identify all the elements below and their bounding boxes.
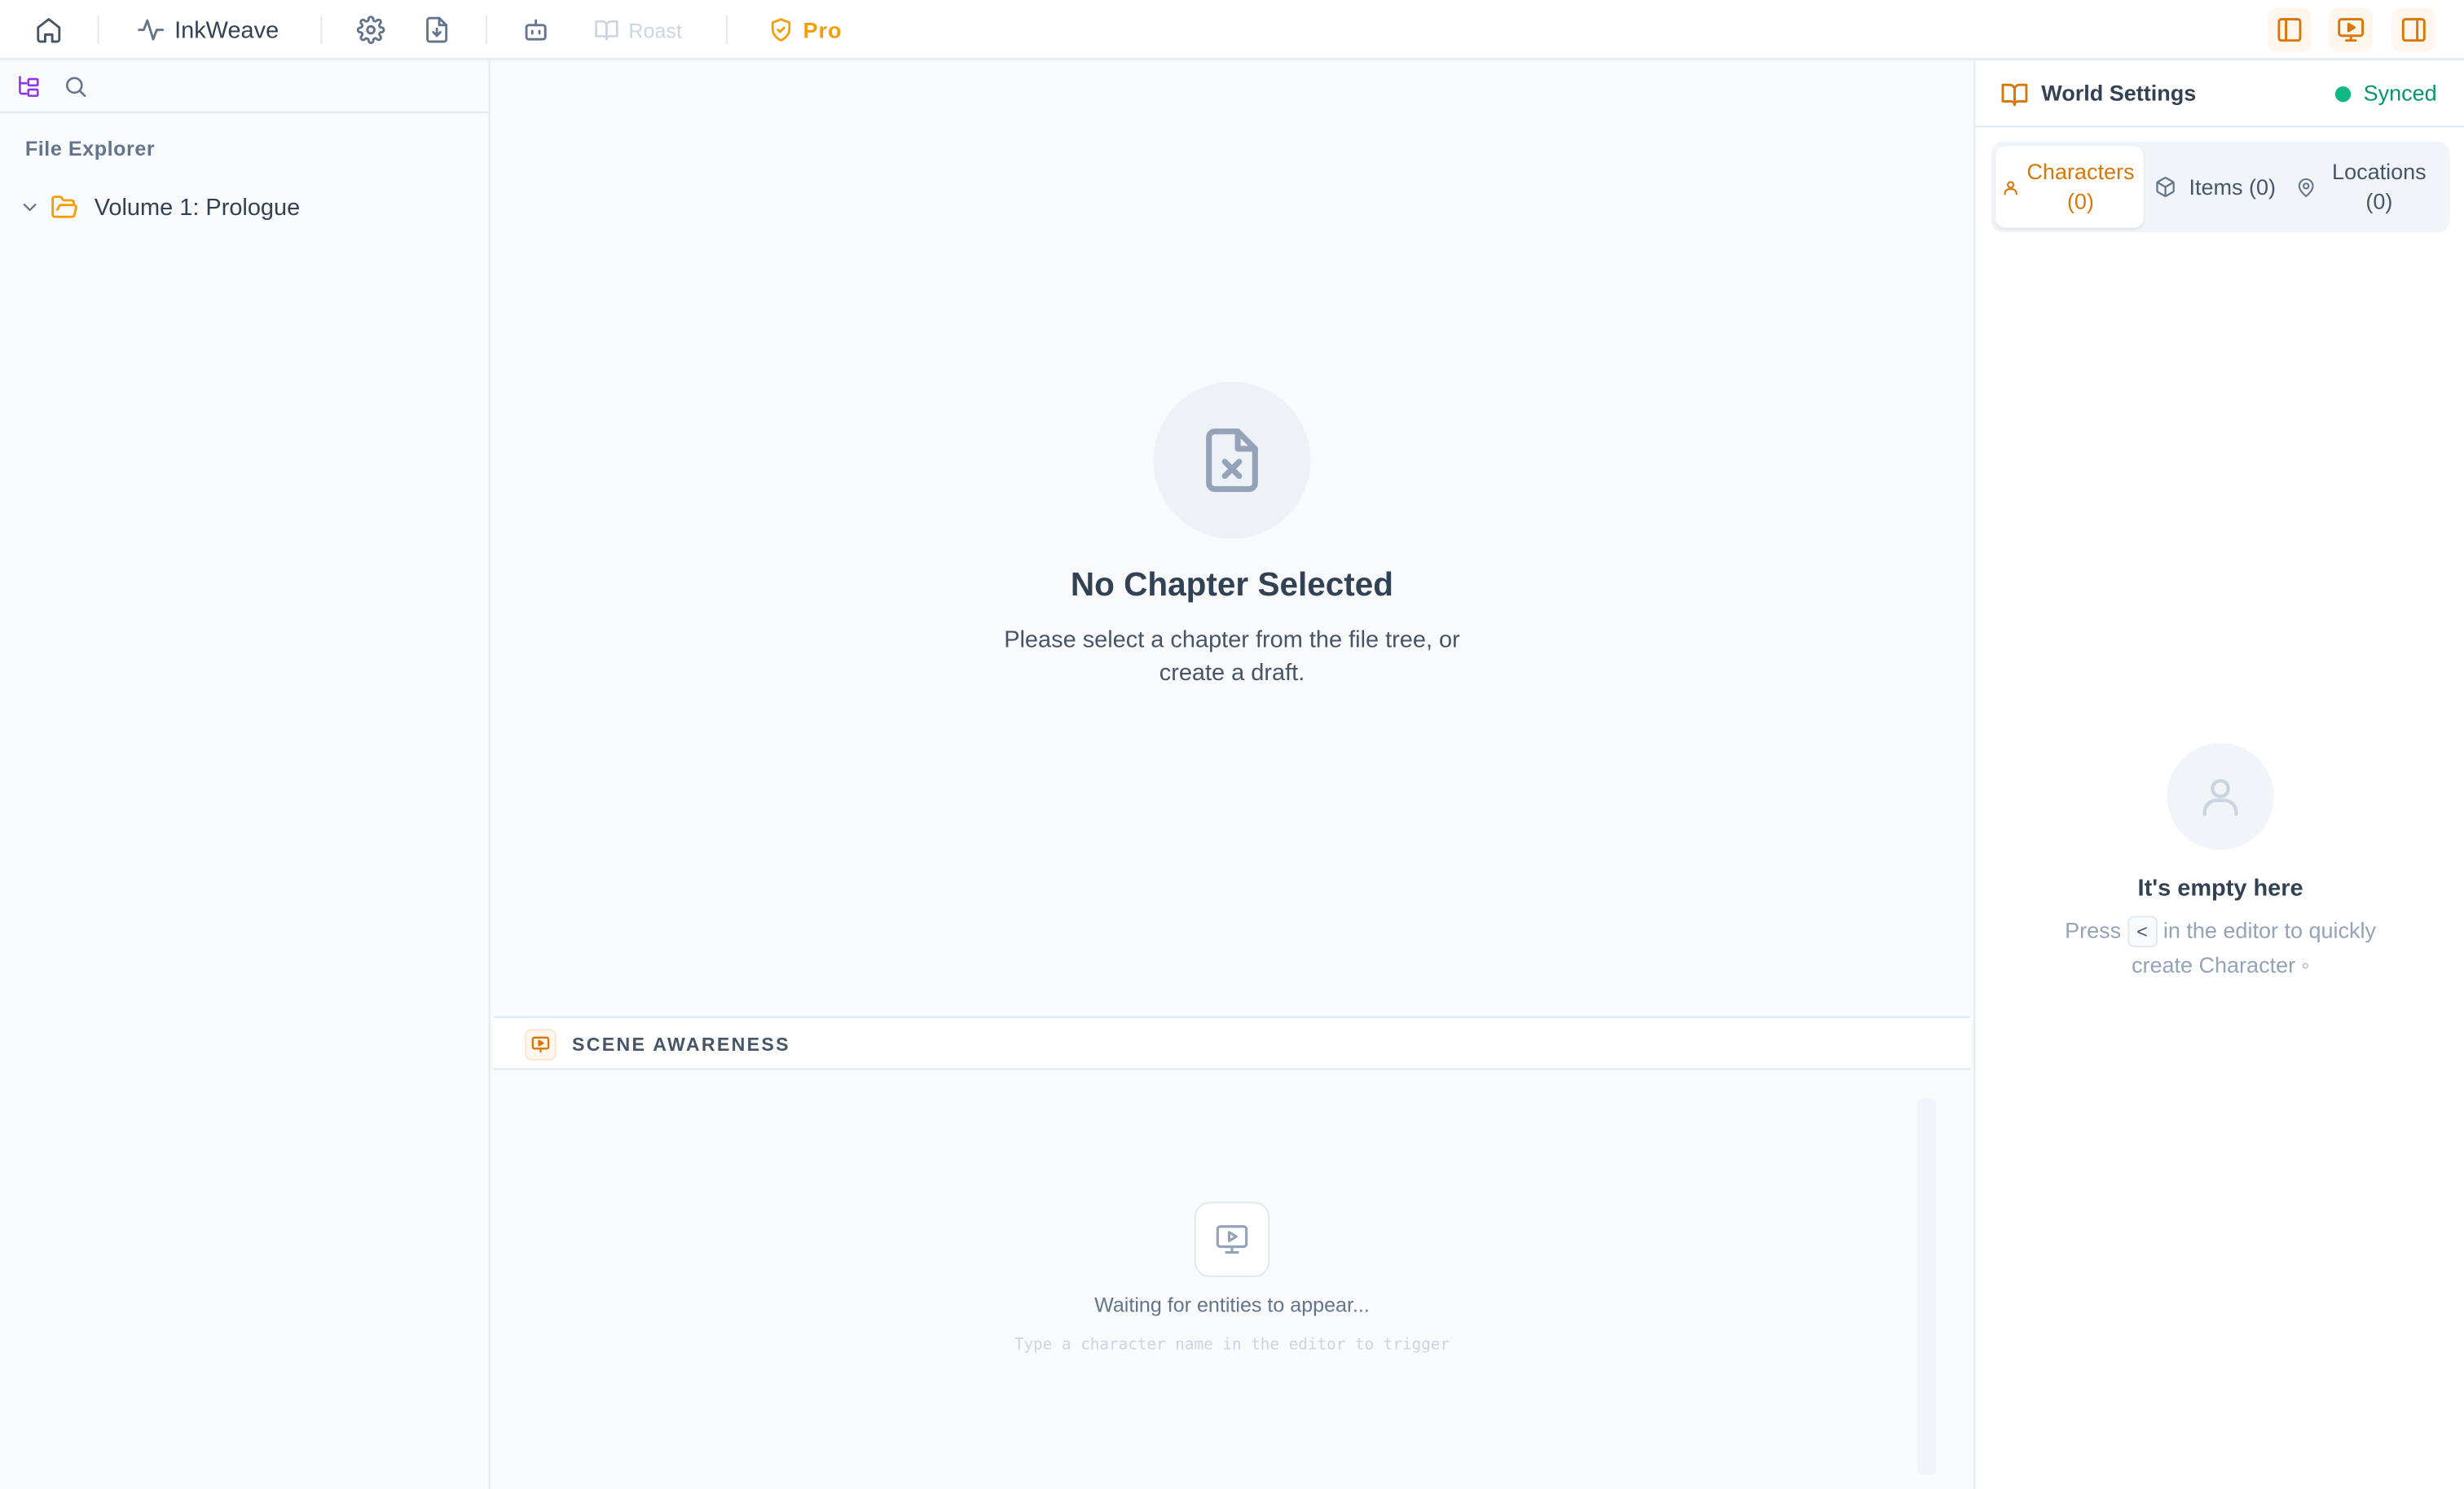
roast-label: Roast	[628, 18, 682, 42]
waiting-hint: Type a character name in the editor to t…	[1014, 1337, 1450, 1355]
toolbar-divider	[97, 15, 99, 44]
brand-label: InkWeave	[174, 16, 279, 44]
chevron-down-icon	[23, 204, 37, 212]
folder-open-icon	[51, 195, 77, 218]
waiting-text: Waiting for entities to appear...	[1094, 1293, 1370, 1317]
home-icon	[37, 18, 61, 43]
panel-left-icon	[2277, 18, 2302, 42]
shield-check-icon	[771, 18, 791, 42]
world-settings-panel: World Settings Synced Characters (0) Ite…	[1973, 61, 2464, 1489]
sync-status-label: Synced	[2363, 80, 2437, 106]
user-icon	[2004, 180, 2017, 195]
toolbar-divider	[725, 15, 728, 44]
file-explorer-title: File Explorer	[24, 136, 156, 160]
panel-right-icon	[2401, 18, 2426, 42]
folder-tree-icon	[19, 76, 39, 97]
entity-tabs: Characters (0) Items (0) Locations (0)	[1991, 141, 2450, 233]
activity-icon	[138, 19, 165, 41]
toggle-left-panel-button[interactable]	[2267, 7, 2312, 52]
roast-button[interactable]: Roast	[594, 12, 682, 46]
shortcut-key: <	[2127, 916, 2158, 947]
empty-characters-description: Press < in the editor to quickly create …	[2038, 912, 2402, 982]
tab-items-label: Items (0)	[2189, 173, 2277, 199]
file-x-icon	[1206, 428, 1258, 492]
tab-locations-label: Locations (0)	[2332, 158, 2427, 214]
tree-item-volume[interactable]: Volume 1: Prologue	[19, 190, 300, 224]
tab-characters[interactable]: Characters (0)	[1995, 146, 2144, 228]
ai-bot-button[interactable]	[521, 12, 550, 46]
file-download-icon	[426, 16, 448, 43]
tree-item-label: Volume 1: Prologue	[94, 194, 301, 221]
toggle-right-panel-button[interactable]	[2391, 7, 2436, 52]
pro-button[interactable]: Pro	[768, 12, 842, 46]
empty-character-icon-container	[2167, 743, 2274, 850]
pro-label: Pro	[803, 17, 843, 43]
user-icon	[2202, 779, 2238, 816]
presentation-icon	[2338, 18, 2365, 42]
settings-button[interactable]	[356, 12, 385, 46]
tab-locations[interactable]: Locations (0)	[2296, 146, 2447, 227]
toolbar-divider	[320, 15, 323, 44]
world-settings-header: World Settings Synced	[1975, 61, 2464, 128]
top-toolbar: InkWeave Roast Pro	[0, 0, 2464, 60]
book-open-icon	[595, 20, 618, 41]
box-icon	[2156, 177, 2175, 197]
scene-awareness-header[interactable]: SCENE AWARENESS	[493, 1016, 1971, 1070]
waiting-icon-container	[1194, 1201, 1270, 1277]
empty-characters-title: It's empty here	[2137, 875, 2303, 902]
tree-view-button[interactable]	[15, 74, 44, 103]
map-pin-icon	[2298, 178, 2314, 196]
scene-scrollbar[interactable]	[1916, 1098, 1936, 1475]
book-open-icon	[2001, 83, 2028, 107]
home-button[interactable]	[34, 12, 63, 46]
empty-state-title: No Chapter Selected	[1070, 567, 1394, 604]
empty-desc-pre: Press	[2065, 917, 2122, 943]
bot-icon	[525, 19, 547, 41]
scene-awareness-body: Waiting for entities to appear... Type a…	[521, 1098, 1936, 1489]
empty-state-description: Please select a chapter from the file tr…	[1004, 626, 1460, 687]
tab-characters-label: Characters (0)	[2026, 158, 2135, 214]
empty-state-icon-container	[1153, 381, 1311, 539]
sync-status-dot	[2334, 86, 2352, 103]
scene-icon-badge	[525, 1029, 557, 1061]
export-button[interactable]	[423, 12, 451, 46]
presentation-icon	[1216, 1225, 1248, 1254]
tab-items[interactable]: Items (0)	[2154, 146, 2293, 227]
gear-icon	[356, 15, 385, 44]
app-window: InkWeave Roast Pro File Explorer Volume …	[0, 0, 2464, 1489]
search-icon	[65, 77, 86, 97]
search-button[interactable]	[63, 74, 91, 103]
editor-area: No Chapter Selected Please select a chap…	[490, 61, 1974, 1489]
toolbar-divider	[485, 15, 487, 44]
world-settings-title: World Settings	[2041, 80, 2197, 106]
empty-desc-post: in the editor to quickly create Characte…	[2131, 917, 2376, 977]
file-explorer-sidebar: File Explorer Volume 1: Prologue	[0, 61, 491, 1489]
presentation-icon	[531, 1036, 550, 1053]
sidebar-header	[0, 61, 489, 113]
toggle-scene-panel-button[interactable]	[2329, 7, 2374, 52]
brand-button[interactable]: InkWeave	[137, 12, 279, 46]
scene-awareness-title: SCENE AWARENESS	[571, 1033, 790, 1056]
